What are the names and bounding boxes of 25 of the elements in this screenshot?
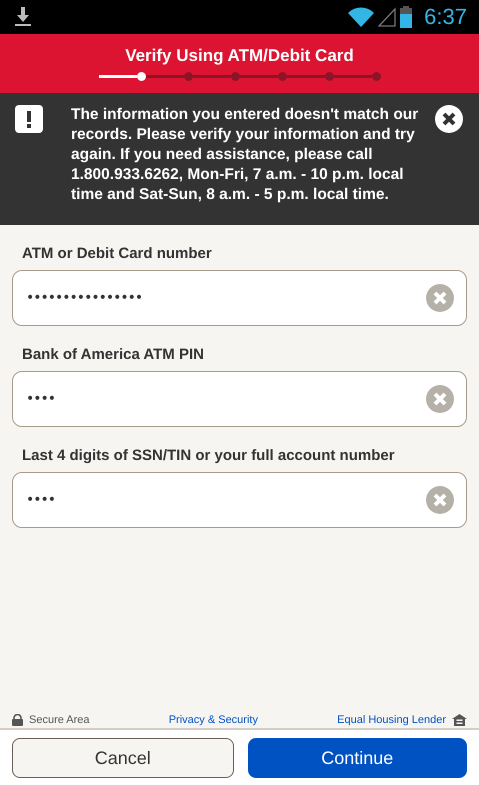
status-time: 6:37 (424, 4, 467, 30)
alert-icon (15, 105, 43, 133)
clear-icon[interactable] (426, 385, 454, 413)
error-message: The information you entered doesn't match our records. Please verify your information and try again. If you need assistance, please call 1.800.933.6262, Mon-Fri, 7 a.m. - 10 p.m. local time and Sat-Sun, 8 a.m. - 5 p.m. local time. (71, 105, 420, 205)
battery-icon (400, 6, 412, 28)
input-field[interactable]: •••• (12, 371, 467, 427)
secure-area-text: Secure Area (29, 714, 90, 726)
house-icon (452, 714, 467, 726)
download-icon (14, 7, 32, 27)
input-field[interactable]: •••••••••••••••• (12, 270, 467, 326)
field-label: Last 4 digits of SSN/TIN or your full account number (22, 447, 396, 464)
continue-button[interactable]: Continue (248, 738, 467, 778)
lock-icon (12, 714, 23, 726)
page-title: Verify Using ATM/Debit Card (125, 46, 354, 66)
signal-icon (378, 7, 396, 27)
clear-icon[interactable] (426, 486, 454, 514)
privacy-link[interactable]: Privacy & Security (168, 714, 258, 726)
cancel-button[interactable]: Cancel (12, 738, 234, 778)
input-field[interactable]: •••• (12, 472, 467, 528)
close-icon[interactable] (435, 105, 463, 133)
field-label: Bank of America ATM PIN (22, 346, 205, 363)
equal-housing-link[interactable]: Equal Housing Lender (337, 714, 446, 726)
wifi-icon (348, 7, 374, 27)
field-label: ATM or Debit Card number (22, 245, 213, 262)
clear-icon[interactable] (426, 284, 454, 312)
